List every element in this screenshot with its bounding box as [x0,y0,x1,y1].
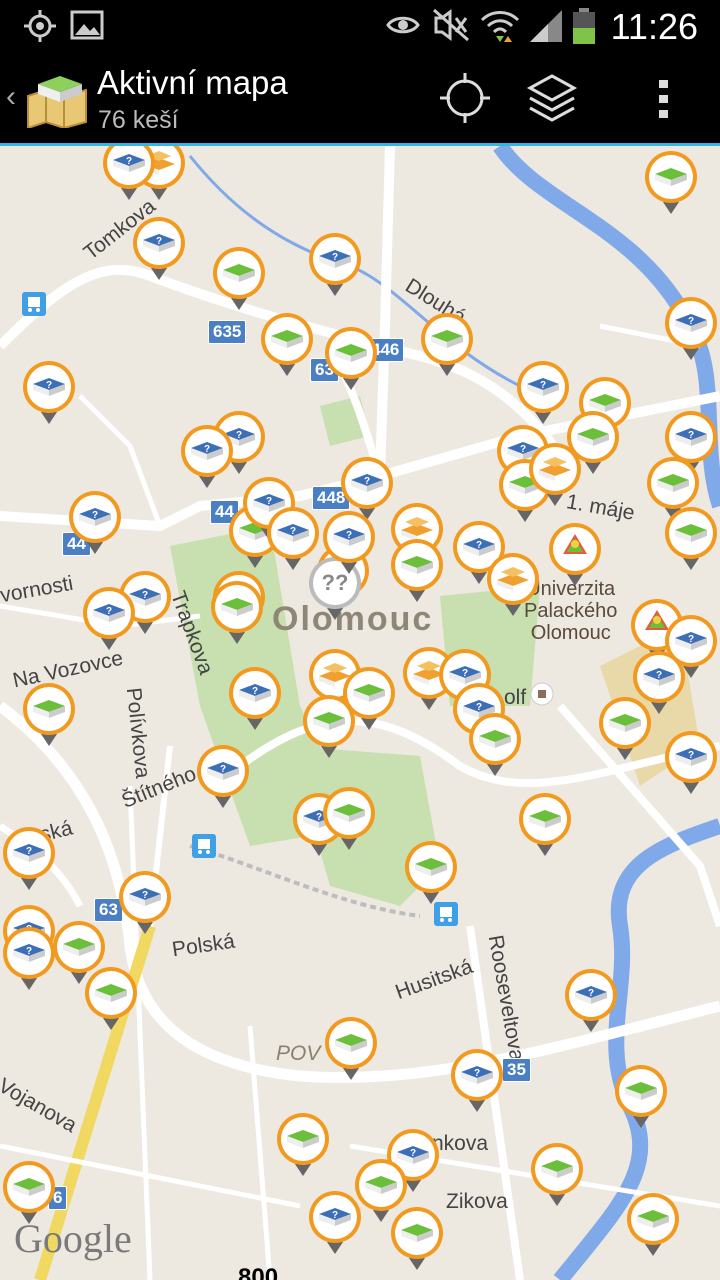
back-chevron-icon[interactable]: ‹ [6,80,16,114]
mystery-cache-marker[interactable]: ? [66,490,124,556]
svg-text:?: ? [410,1148,416,1159]
mystery-cache-marker[interactable]: ? [662,296,720,362]
road-number: 635 [208,320,247,344]
traditional-cache-marker[interactable] [322,1016,380,1082]
traditional-cache-marker[interactable] [402,840,460,906]
wifi-icon [480,11,520,42]
mystery-cache-marker[interactable]: ? [130,216,188,282]
street-label: POV [276,1042,321,1065]
svg-text:?: ? [204,444,210,455]
traditional-cache-marker[interactable] [82,966,140,1032]
my-location-icon[interactable] [435,68,495,128]
mute-icon [433,8,469,42]
eye-icon [386,16,420,34]
traditional-cache-marker[interactable] [340,666,398,732]
signal-icon [530,10,562,42]
gps-icon [24,10,56,42]
svg-text:?: ? [142,890,148,901]
mystery-cache-marker[interactable]: ? [662,730,720,796]
mystery-cache-marker[interactable]: ? [100,146,158,202]
mystery-cache-marker[interactable]: ? [0,826,58,892]
svg-text:?: ? [540,380,546,391]
poi-label-line: Olomouc [530,622,611,644]
multi-cache-marker[interactable] [526,442,584,508]
mystery-cache-marker[interactable]: ? [116,870,174,936]
svg-text:?: ? [688,634,694,645]
mystery-cache-marker[interactable]: ? [20,360,78,426]
traditional-cache-marker[interactable] [320,786,378,852]
mystery-cache-marker[interactable]: ? [194,744,252,810]
traditional-cache-marker[interactable] [20,682,78,748]
svg-text:?: ? [252,686,258,697]
svg-text:?: ? [364,476,370,487]
traditional-cache-marker[interactable] [516,792,574,858]
traditional-cache-marker[interactable] [274,1112,332,1178]
traditional-cache-marker[interactable] [612,1064,670,1130]
traditional-cache-marker[interactable] [208,580,266,646]
overflow-menu-icon[interactable] [634,68,694,128]
traditional-cache-marker[interactable] [210,246,268,312]
svg-text:?: ? [462,668,468,679]
road-number: 35 [502,1058,531,1082]
tram-stop-icon[interactable] [22,292,46,316]
mystery-cache-marker[interactable]: ? [562,968,620,1034]
image-icon [70,10,104,40]
traditional-cache-marker[interactable] [322,326,380,392]
mystery-cache-marker[interactable]: ? [226,666,284,732]
layers-icon[interactable] [522,68,582,128]
svg-text:?: ? [332,252,338,263]
map-view[interactable]: Tomkova Dlouhá vornosti Na Vozovce Polív… [0,146,720,1280]
traditional-cache-marker[interactable] [528,1142,586,1208]
mystery-cache-marker[interactable]: ? [80,586,138,652]
traditional-cache-marker[interactable] [258,312,316,378]
traditional-cache-marker[interactable] [624,1192,682,1258]
mystery-cache-marker[interactable]: ? [320,510,378,576]
mystery-cache-marker[interactable]: ? [0,926,58,992]
tram-stop-icon[interactable] [192,834,216,858]
svg-text:?: ? [236,430,242,441]
cache-count: 76 keší [98,106,179,134]
svg-text:?: ? [46,380,52,391]
traditional-cache-marker[interactable] [418,312,476,378]
traditional-cache-marker[interactable] [596,696,654,762]
mystery-cache-marker[interactable]: ? [306,1190,364,1256]
mystery-cache-marker[interactable]: ? [448,1048,506,1114]
svg-text:?: ? [220,764,226,775]
street-label: Zikova [446,1190,508,1213]
svg-text:?: ? [688,316,694,327]
traditional-cache-marker[interactable] [388,538,446,604]
screen-title: Aktivní mapa [97,64,288,101]
google-logo: Google [14,1216,132,1261]
svg-text:?: ? [126,156,132,167]
svg-text:?: ? [92,510,98,521]
svg-text:?: ? [290,526,296,537]
clock: 11:26 [610,6,698,47]
traditional-cache-marker[interactable] [642,150,700,216]
svg-text:?: ? [688,430,694,441]
traditional-cache-marker[interactable] [388,1206,446,1272]
multi-cache-marker[interactable] [484,552,542,618]
svg-text:?: ? [688,750,694,761]
svg-text:?: ? [332,1210,338,1221]
svg-text:?: ? [476,540,482,551]
svg-text:?: ? [26,946,32,957]
mystery-cache-marker[interactable]: ? [306,232,364,298]
svg-text:?: ? [156,236,162,247]
svg-text:?: ? [346,530,352,541]
battery-icon [573,8,595,44]
event-cache-marker[interactable] [546,522,604,588]
golf-poi-icon[interactable] [530,682,554,706]
mystery-cache-marker[interactable]: ? [178,424,236,490]
action-bar: ‹ Aktivní mapa 76 keší [0,50,720,146]
svg-text:?: ? [474,1068,480,1079]
svg-text:?: ? [142,590,148,601]
svg-text:?: ? [106,606,112,617]
traditional-cache-marker[interactable] [466,712,524,778]
svg-text:?: ? [26,846,32,857]
traditional-cache-marker[interactable] [662,506,720,572]
status-bar: 11:26 [0,0,720,50]
svg-text:?: ? [588,988,594,999]
app-logo-icon[interactable] [26,66,88,128]
svg-text:?: ? [656,670,662,681]
